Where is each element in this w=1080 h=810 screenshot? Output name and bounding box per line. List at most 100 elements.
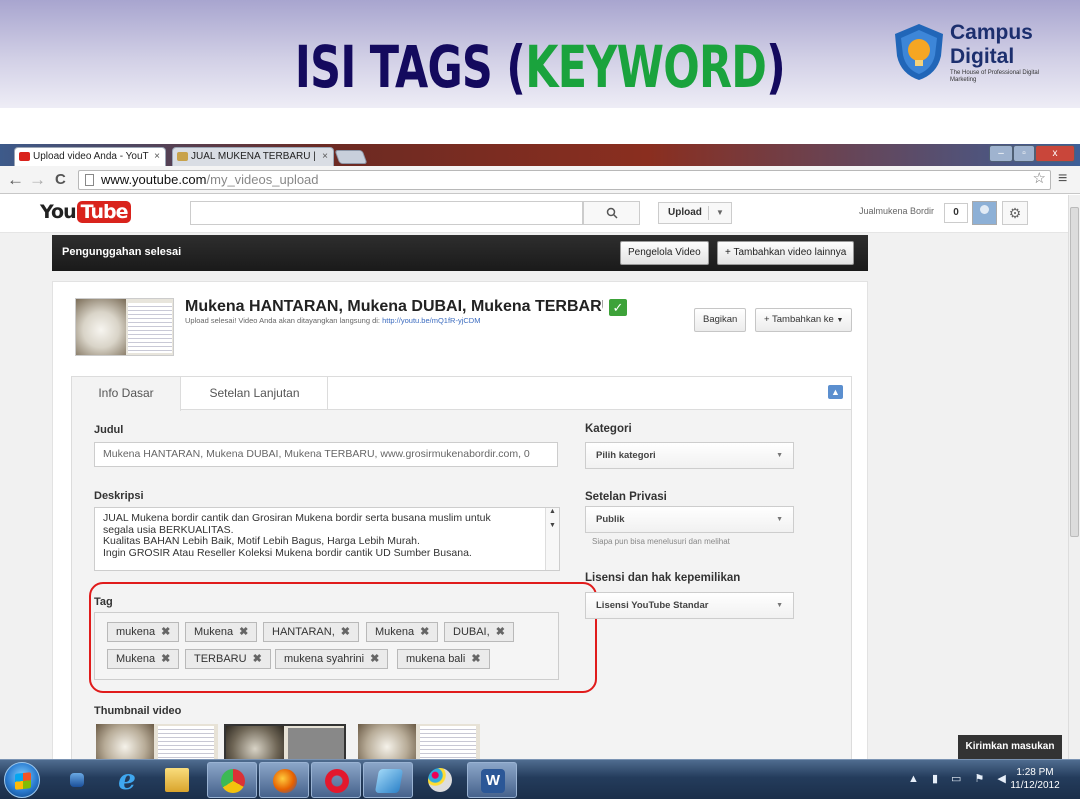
gear-icon[interactable]: ⚙	[1002, 201, 1028, 225]
youtube-logo[interactable]: You Tube	[40, 201, 132, 223]
thumbnail-label: Thumbnail video	[94, 705, 182, 717]
forward-arrow-icon[interactable]: →	[29, 170, 46, 190]
thumbnail-text-block	[288, 728, 344, 759]
upload-status-text: Pengunggahan selesai	[62, 246, 182, 258]
start-button[interactable]	[4, 762, 40, 798]
privacy-value: Publik	[596, 514, 625, 525]
upload-note: Upload selesai! Video Anda akan ditayang…	[185, 316, 480, 325]
close-tab-icon[interactable]: ×	[154, 148, 160, 165]
logo-you: You	[40, 201, 77, 223]
add-to-button[interactable]: + Tambahkan ke ▼	[755, 308, 853, 332]
slide-bottom-margin	[0, 799, 1080, 810]
notification-count[interactable]: 0	[944, 203, 968, 223]
reload-icon[interactable]: C	[55, 170, 66, 190]
site-favicon-icon	[177, 152, 188, 161]
description-field[interactable]: JUAL Mukena bordir cantik dan Grosiran M…	[94, 507, 560, 571]
clock-date: 11/12/2012	[1010, 780, 1060, 791]
close-window-button[interactable]: x	[1035, 145, 1075, 162]
page-scrollbar[interactable]	[1068, 195, 1080, 759]
license-select[interactable]: Lisensi YouTube Standar ▼	[585, 592, 794, 619]
back-arrow-icon[interactable]: ←	[7, 170, 24, 190]
tab-label: JUAL MUKENA TERBARU |	[191, 151, 316, 162]
clock[interactable]: 1:28 PM 11/12/2012	[1002, 766, 1068, 792]
address-bar[interactable]: www.youtube.com/my_videos_upload ☆	[78, 170, 1051, 190]
url-path: /my_videos_upload	[206, 172, 319, 187]
tab-youtube-upload[interactable]: Upload video Anda - YouT ×	[14, 147, 166, 166]
license-label: Lisensi dan hak kepemilikan	[585, 572, 741, 584]
chevron-down-icon: ▼	[776, 516, 783, 523]
browser-toolbar: ← → C www.youtube.com/my_videos_upload ☆	[0, 166, 1080, 194]
video-settings-panel: Info Dasar Setelan Lanjutan ▲ Judul Muke…	[71, 376, 852, 759]
account-name[interactable]: Jualmukena Bordir	[859, 206, 934, 216]
slide-title-end: )	[766, 33, 786, 101]
shield-bulb-icon	[895, 24, 943, 80]
taskbar-app[interactable]	[363, 762, 413, 798]
avatar[interactable]	[972, 201, 997, 225]
thumbnail-option[interactable]	[358, 724, 480, 759]
upload-button[interactable]: Upload ▼	[658, 202, 732, 224]
clock-time: 1:28 PM	[1016, 767, 1054, 778]
video-link[interactable]: http://youtu.be/mQ1fR-yjCDM	[382, 316, 480, 325]
logo-tube: Tube	[76, 201, 132, 223]
divider	[708, 206, 709, 220]
minimize-button[interactable]: –	[989, 145, 1013, 162]
slide-header: ISI TAGS (KEYWORD) Campus Digital The Ho…	[0, 0, 1080, 108]
privacy-select[interactable]: Publik ▼	[585, 506, 794, 533]
upload-status-bar: Pengunggahan selesai Pengelola Video + T…	[52, 235, 868, 271]
thumbnail-option-selected[interactable]	[224, 724, 346, 759]
thumbnail-photo	[358, 724, 416, 759]
tab-label: Upload video Anda - YouT	[33, 151, 149, 162]
chevron-down-icon: ▼	[776, 602, 783, 609]
windows-logo-icon	[15, 772, 31, 790]
thumbnail-text-block	[158, 726, 214, 759]
title-label: Judul	[94, 424, 124, 436]
browser-titlebar: Upload video Anda - YouT × JUAL MUKENA T…	[0, 144, 1080, 166]
menu-icon[interactable]: ≡	[1058, 170, 1067, 188]
scrollbar-thumb[interactable]	[1070, 207, 1079, 537]
slide-title-keyword: KEYWORD	[525, 33, 767, 101]
taskbar-media-player[interactable]	[52, 762, 102, 798]
chevron-down-icon[interactable]: ▼	[716, 203, 724, 223]
settings-tabs: Info Dasar Setelan Lanjutan ▲	[72, 377, 851, 411]
taskbar-opera[interactable]	[311, 762, 361, 798]
youtube-favicon-icon	[19, 152, 30, 161]
folder-icon	[165, 768, 189, 792]
taskbar-internet-explorer[interactable]: e	[102, 762, 152, 798]
description-text: JUAL Mukena bordir cantik dan Grosiran M…	[103, 512, 491, 559]
taskbar-firefox[interactable]	[259, 762, 309, 798]
taskbar-explorer[interactable]	[152, 762, 202, 798]
description-scrollbar[interactable]: ▲ ▼	[545, 508, 559, 570]
maximize-button[interactable]: ▫	[1013, 145, 1035, 162]
bookmark-star-icon[interactable]: ☆	[1033, 170, 1046, 188]
video-manager-button[interactable]: Pengelola Video	[620, 241, 709, 265]
taskbar-paint[interactable]	[415, 762, 465, 798]
show-hidden-icons-icon[interactable]: ▲	[908, 773, 924, 785]
thumbnail-option[interactable]	[96, 724, 218, 759]
add-more-videos-button[interactable]: + Tambahkan video lainnya	[717, 241, 855, 265]
description-label: Deskripsi	[94, 490, 144, 502]
thumbnail-text-block	[128, 303, 172, 353]
slide-title: ISI TAGS (KEYWORD)	[140, 34, 939, 100]
thumbnail-photo	[76, 299, 126, 355]
search-button[interactable]	[583, 201, 640, 225]
category-select[interactable]: Pilih kategori ▼	[585, 442, 794, 469]
chrome-icon	[221, 769, 245, 793]
tab-advanced-settings[interactable]: Setelan Lanjutan	[182, 377, 328, 410]
internet-explorer-icon: e	[118, 763, 136, 796]
search-input[interactable]	[190, 201, 583, 225]
taskbar-chrome[interactable]	[207, 762, 257, 798]
upload-icon[interactable]: ▲	[828, 385, 843, 399]
tray-icons[interactable]: ▲ ▮ ▭ ⚑ ◀	[908, 772, 1011, 785]
new-tab-button[interactable]	[334, 150, 368, 164]
close-tab-icon[interactable]: ×	[322, 148, 328, 165]
taskbar-word[interactable]: W	[467, 762, 517, 798]
title-field[interactable]: Mukena HANTARAN, Mukena DUBAI, Mukena TE…	[94, 442, 558, 467]
tab-basic-info[interactable]: Info Dasar	[72, 377, 181, 411]
word-icon: W	[481, 769, 505, 793]
upload-note-text: Upload selesai! Video Anda akan ditayang…	[185, 316, 383, 325]
send-feedback-button[interactable]: Kirimkan masukan	[958, 735, 1062, 759]
share-button[interactable]: Bagikan	[694, 308, 747, 332]
tab-jual-mukena[interactable]: JUAL MUKENA TERBARU | ×	[172, 147, 334, 166]
window-controls: – ▫ x	[989, 145, 1077, 162]
license-value: Lisensi YouTube Standar	[596, 600, 709, 611]
